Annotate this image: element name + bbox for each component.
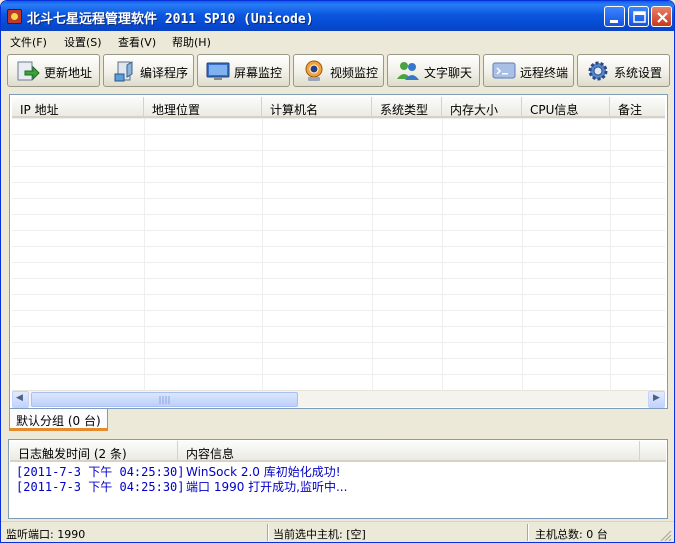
maximize-icon [633, 11, 646, 23]
status-selected-host: 当前选中主机: [空] [273, 528, 366, 541]
window-title: 北斗七星远程管理软件 2011 SP10 (Unicode) [27, 12, 314, 27]
update-address-button[interactable]: 更新地址 [7, 54, 100, 87]
log-list[interactable]: 日志触发时间 (2 条) 内容信息 [2011-7-3 下午 04:25:30]… [8, 439, 668, 519]
column-log-content[interactable]: 内容信息 [178, 441, 640, 462]
host-list-grid [12, 118, 665, 390]
menu-view[interactable]: 查看(V) [118, 34, 156, 50]
compile-program-icon [114, 61, 133, 82]
group-tabs: 默认分组 (0 台) [9, 409, 668, 433]
scroll-thumb[interactable] [31, 392, 298, 407]
menu-bar: 文件(F) 设置(S) 查看(V) 帮助(H) [1, 31, 674, 51]
scroll-right-icon: ▶ [653, 393, 660, 403]
main-window: 北斗七星远程管理软件 2011 SP10 (Unicode) 文件(F) 设置(… [0, 0, 675, 543]
app-logo-icon [7, 9, 22, 24]
resize-grip-icon[interactable] [660, 530, 672, 542]
update-address-label: 更新地址 [44, 66, 93, 80]
video-monitor-label: 视频监控 [330, 66, 379, 80]
grip-icon [159, 396, 170, 404]
menu-file[interactable]: 文件(F) [10, 34, 47, 50]
compile-program-button[interactable]: 编译程序 [103, 54, 194, 87]
webcam-icon [305, 60, 323, 81]
update-address-icon [17, 61, 40, 81]
log-header: 日志触发时间 (2 条) 内容信息 [10, 441, 666, 462]
tab-default-group[interactable]: 默认分组 (0 台) [9, 409, 108, 431]
column-cpu-info[interactable]: CPU信息 [522, 97, 610, 118]
status-listen-port: 监听端口: 1990 [6, 528, 86, 541]
video-monitor-button[interactable]: 视频监控 [293, 54, 384, 87]
chat-users-icon [397, 62, 419, 80]
remote-terminal-button[interactable]: 远程终端 [483, 54, 574, 87]
text-chat-button[interactable]: 文字聊天 [387, 54, 480, 87]
status-host-total: 主机总数: 0 台 [535, 528, 608, 541]
title-bar[interactable]: 北斗七星远程管理软件 2011 SP10 (Unicode) [1, 1, 674, 31]
minimize-icon [610, 20, 618, 23]
column-location[interactable]: 地理位置 [144, 97, 262, 118]
screen-monitor-button[interactable]: 屏幕监控 [197, 54, 290, 87]
menu-settings[interactable]: 设置(S) [64, 34, 102, 50]
screen-monitor-icon [206, 62, 230, 80]
scroll-right-button[interactable]: ▶ [648, 391, 665, 408]
close-icon [657, 12, 668, 23]
screen-monitor-label: 屏幕监控 [234, 66, 283, 80]
log-message: 端口 1990 打开成功,监听中... [186, 480, 348, 494]
host-list[interactable]: IP 地址 地理位置 计算机名 系统类型 内存大小 CPU信息 备注 ◀ ▶ [9, 94, 668, 409]
column-log-time[interactable]: 日志触发时间 (2 条) [10, 441, 178, 462]
system-settings-button[interactable]: 系统设置 [577, 54, 670, 87]
toolbar: 更新地址 编译程序 屏幕监控 视频监控 文字聊天 远程终端 系统设置 [1, 51, 674, 91]
column-os-type[interactable]: 系统类型 [372, 97, 442, 118]
settings-gear-icon [588, 61, 608, 81]
horizontal-scrollbar[interactable]: ◀ ▶ [12, 390, 665, 408]
minimize-button[interactable] [604, 6, 625, 27]
remote-terminal-icon [492, 62, 516, 79]
close-button[interactable] [651, 6, 672, 27]
host-list-header: IP 地址 地理位置 计算机名 系统类型 内存大小 CPU信息 备注 [12, 97, 665, 118]
log-time: [2011-7-3 下午 04:25:30] [16, 480, 185, 494]
scroll-left-icon: ◀ [16, 393, 23, 403]
host-list-body[interactable]: IP 地址 地理位置 计算机名 系统类型 内存大小 CPU信息 备注 [12, 97, 665, 390]
column-computer-name[interactable]: 计算机名 [262, 97, 372, 118]
scroll-left-button[interactable]: ◀ [12, 391, 29, 408]
column-ip-address[interactable]: IP 地址 [12, 97, 144, 118]
remote-terminal-label: 远程终端 [520, 66, 569, 80]
system-settings-label: 系统设置 [614, 66, 663, 80]
compile-program-label: 编译程序 [140, 66, 189, 80]
status-bar: 监听端口: 1990 当前选中主机: [空] 主机总数: 0 台 [1, 521, 674, 542]
column-memory[interactable]: 内存大小 [442, 97, 522, 118]
text-chat-label: 文字聊天 [424, 66, 473, 80]
column-remarks[interactable]: 备注 [610, 97, 665, 118]
maximize-button[interactable] [628, 6, 649, 27]
menu-help[interactable]: 帮助(H) [172, 34, 211, 50]
